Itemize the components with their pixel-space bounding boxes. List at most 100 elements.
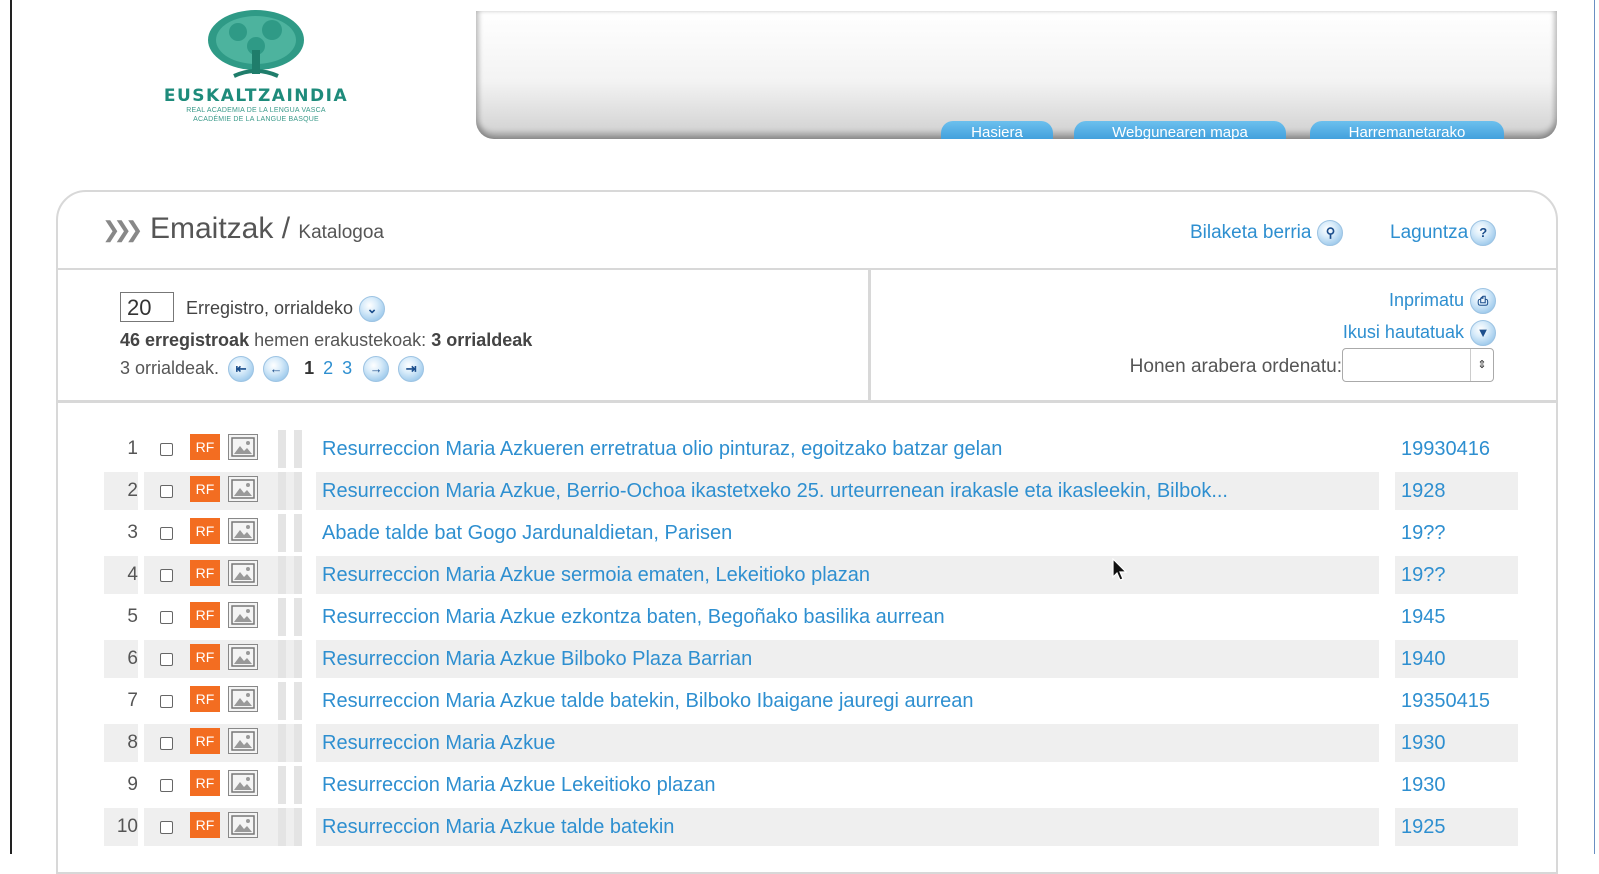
result-title-link[interactable]: Resurreccion Maria Azkue ezkontza baten,… <box>316 598 1379 636</box>
page-link-2[interactable]: 2 <box>323 358 333 378</box>
rf-badge[interactable]: RF <box>190 560 220 586</box>
page-current: 1 <box>304 357 315 378</box>
logo-subtitle-es: REAL ACADEMIA DE LA LENGUA VASCA <box>186 107 326 114</box>
row-number: 3 <box>127 522 138 543</box>
row-checkbox[interactable] <box>160 779 173 792</box>
view-selected-icon: ▼ <box>1470 320 1496 346</box>
row-separator <box>278 808 286 846</box>
table-row: 4 RF Resurreccion Maria Azkue sermoia emat… <box>104 556 1518 598</box>
image-icon[interactable] <box>228 476 258 502</box>
new-search-link[interactable]: Bilaketa berria ⚲ <box>1190 220 1344 246</box>
result-title-link[interactable]: Resurreccion Maria Azkue talde batekin <box>316 808 1379 846</box>
pagination: 3 orrialdeak. ⇤ ← 1 2 3 → ⇥ <box>120 356 425 382</box>
row-tools: RF <box>144 472 294 510</box>
row-checkbox[interactable] <box>160 527 173 540</box>
row-checkbox[interactable] <box>160 485 173 498</box>
row-number: 7 <box>127 690 138 711</box>
print-link[interactable]: Inprimatu ⎙ <box>1389 288 1496 314</box>
result-year-link[interactable]: 1930 <box>1395 724 1518 762</box>
prev-page-icon[interactable]: ← <box>263 356 290 382</box>
result-title-link[interactable]: Abade talde bat Gogo Jardunaldietan, Par… <box>316 514 1379 552</box>
per-page-label: Erregistro, orrialdeko <box>186 297 354 318</box>
result-title-link[interactable]: Resurreccion Maria Azkue, Berrio-Ochoa i… <box>316 472 1379 510</box>
image-icon[interactable] <box>228 644 258 670</box>
rf-badge[interactable]: RF <box>190 434 220 460</box>
result-year-link[interactable]: 19?? <box>1395 514 1518 552</box>
help-link[interactable]: Laguntza? <box>1390 220 1497 246</box>
select-arrows-icon: ⇕ <box>1470 349 1493 381</box>
row-separator <box>278 724 286 762</box>
row-separator <box>278 556 286 594</box>
row-checkbox[interactable] <box>160 443 173 456</box>
image-icon[interactable] <box>228 770 258 796</box>
rf-badge[interactable]: RF <box>190 476 220 502</box>
last-page-icon[interactable]: ⇥ <box>398 356 425 382</box>
row-checkbox[interactable] <box>160 821 173 834</box>
double-chevron-icon: ❯❯❯ <box>102 217 143 242</box>
result-year-link[interactable]: 1930 <box>1395 766 1518 804</box>
result-year-link[interactable]: 19930416 <box>1395 430 1518 468</box>
row-separator <box>294 766 302 804</box>
nav-tab-home[interactable]: Hasiera <box>941 121 1053 139</box>
result-year-link[interactable]: 19350415 <box>1395 682 1518 720</box>
row-number: 1 <box>127 438 138 459</box>
row-separator <box>278 514 286 552</box>
result-year-link[interactable]: 19?? <box>1395 556 1518 594</box>
image-icon[interactable] <box>228 812 258 838</box>
chevron-down-icon[interactable]: ⌄ <box>359 296 386 322</box>
rf-badge[interactable]: RF <box>190 602 220 628</box>
image-icon[interactable] <box>228 602 258 628</box>
row-separator <box>294 808 302 846</box>
image-icon[interactable] <box>228 686 258 712</box>
table-row: 7 RF Resurreccion Maria Azkue talde bateki… <box>104 682 1518 724</box>
row-checkbox[interactable] <box>160 653 173 666</box>
page-title: Emaitzak / Katalogoa <box>150 212 384 246</box>
per-page-input[interactable]: 20 <box>120 292 174 322</box>
rf-badge[interactable]: RF <box>190 812 220 838</box>
site-logo[interactable]: EUSKALTZAINDIA REAL ACADEMIA DE LA LENGU… <box>150 10 362 140</box>
row-checkbox[interactable] <box>160 611 173 624</box>
first-page-icon[interactable]: ⇤ <box>228 356 255 382</box>
image-icon[interactable] <box>228 518 258 544</box>
rf-badge[interactable]: RF <box>190 686 220 712</box>
table-row: 8 RF Resurreccion Maria Azkue 1930 <box>104 724 1518 766</box>
view-selected-link[interactable]: Ikusi hautatuak ▼ <box>1343 320 1496 346</box>
table-row: 5 RF Resurreccion Maria Azkue ezkontza bat… <box>104 598 1518 640</box>
image-icon[interactable] <box>228 560 258 586</box>
result-year-link[interactable]: 1940 <box>1395 640 1518 678</box>
sort-select[interactable]: ⇕ <box>1342 348 1494 382</box>
row-separator <box>294 472 302 510</box>
result-year-link[interactable]: 1945 <box>1395 598 1518 636</box>
records-count: 46 erregistroak <box>120 330 250 350</box>
logo-name: EUSKALTZAINDIA <box>163 86 349 106</box>
row-separator <box>294 682 302 720</box>
rf-badge[interactable]: RF <box>190 518 220 544</box>
page-link-3[interactable]: 3 <box>342 358 352 378</box>
result-title-link[interactable]: Resurreccion Maria Azkue Lekeitioko plaz… <box>316 766 1379 804</box>
row-separator <box>278 682 286 720</box>
result-title-link[interactable]: Resurreccion Maria Azkue sermoia ematen,… <box>316 556 1379 594</box>
nav-tab-contact[interactable]: Harremanetarako <box>1310 121 1504 139</box>
rf-badge[interactable]: RF <box>190 728 220 754</box>
nav-tab-sitemap[interactable]: Webgunearen mapa <box>1074 121 1286 139</box>
next-page-icon[interactable]: → <box>363 356 390 382</box>
row-separator <box>294 556 302 594</box>
image-icon[interactable] <box>228 434 258 460</box>
row-checkbox[interactable] <box>160 695 173 708</box>
result-year-link[interactable]: 1928 <box>1395 472 1518 510</box>
result-title-link[interactable]: Resurreccion Maria Azkue Bilboko Plaza B… <box>316 640 1379 678</box>
rf-badge[interactable]: RF <box>190 770 220 796</box>
row-checkbox[interactable] <box>160 737 173 750</box>
rf-badge[interactable]: RF <box>190 644 220 670</box>
result-year-link[interactable]: 1925 <box>1395 808 1518 846</box>
result-title-link[interactable]: Resurreccion Maria Azkue <box>316 724 1379 762</box>
result-title-link[interactable]: Resurreccion Maria Azkueren erretratua o… <box>316 430 1379 468</box>
results-list: 1 RF Resurreccion Maria Azkueren erretratu… <box>104 430 1518 850</box>
row-tools: RF <box>144 766 294 804</box>
image-icon[interactable] <box>228 728 258 754</box>
row-number: 5 <box>127 606 138 627</box>
result-title-link[interactable]: Resurreccion Maria Azkue talde batekin, … <box>316 682 1379 720</box>
row-checkbox[interactable] <box>160 569 173 582</box>
row-tools: RF <box>144 808 294 846</box>
table-row: 1 RF Resurreccion Maria Azkueren erretratu… <box>104 430 1518 472</box>
